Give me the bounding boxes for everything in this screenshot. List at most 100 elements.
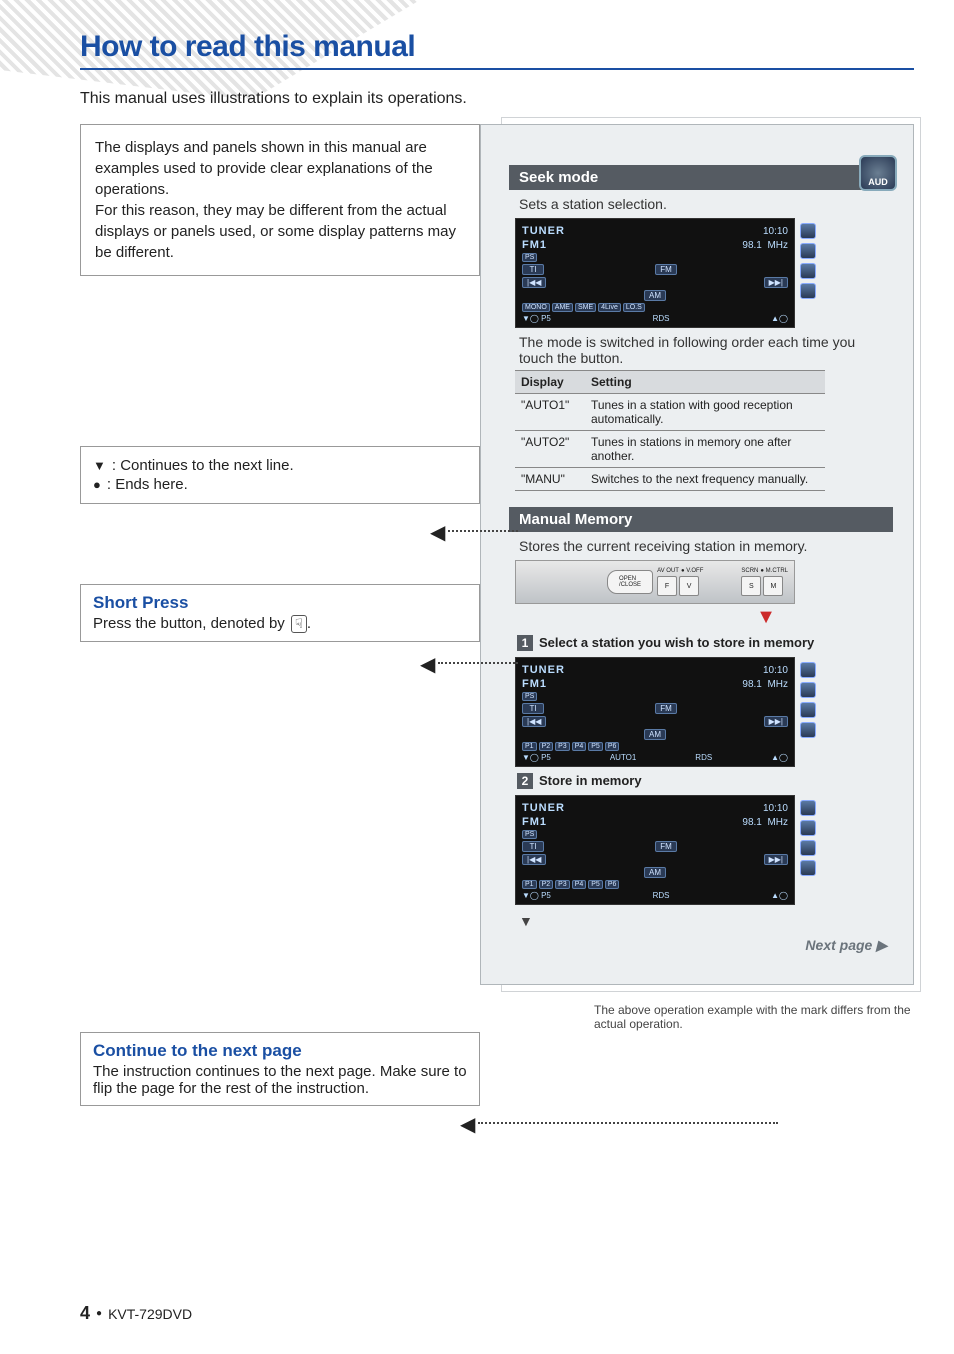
tuner-time: 10:10 bbox=[763, 226, 788, 237]
manual-memory-header: Manual Memory bbox=[509, 507, 893, 532]
side-icon bbox=[800, 800, 816, 816]
am-button[interactable]: AM bbox=[644, 729, 666, 740]
rds-label: RDS bbox=[653, 891, 670, 900]
mono-button[interactable]: MONO bbox=[522, 303, 550, 312]
sample-page: AUD Seek mode Sets a station selection. … bbox=[480, 124, 914, 985]
tuner-unit: MHz bbox=[767, 817, 788, 828]
step-number-2: 2 bbox=[517, 773, 533, 789]
preset-p5: P5 bbox=[541, 753, 551, 762]
am-button[interactable]: AM bbox=[644, 867, 666, 878]
tuner-freq: 98.1 bbox=[742, 817, 761, 828]
seek-prev-button[interactable]: |◀◀ bbox=[522, 716, 546, 727]
seek-next-button[interactable]: ▶▶| bbox=[764, 277, 788, 288]
tuner-freq: 98.1 bbox=[742, 240, 761, 251]
seek-after-desc: The mode is switched in following order … bbox=[519, 334, 893, 366]
triangle-down-icon: ▼ bbox=[93, 458, 106, 473]
model-label: KVT-729DVD bbox=[108, 1306, 192, 1322]
table-row: "AUTO1"Tunes in a station with good rece… bbox=[515, 394, 825, 431]
side-icon bbox=[800, 243, 816, 259]
manual-memory-desc: Stores the current receiving station in … bbox=[519, 538, 893, 554]
ti-button[interactable]: TI bbox=[522, 264, 544, 275]
scrn-label: SCRN bbox=[741, 568, 758, 574]
auto1-label: AUTO1 bbox=[610, 753, 637, 762]
s-button[interactable]: S bbox=[741, 576, 761, 596]
seek-mode-table: Display Setting "AUTO1"Tunes in a statio… bbox=[515, 370, 825, 491]
p4-button[interactable]: P4 bbox=[572, 880, 587, 889]
side-icon bbox=[800, 263, 816, 279]
p3-button[interactable]: P3 bbox=[555, 880, 570, 889]
p1-button[interactable]: P1 bbox=[522, 880, 537, 889]
v-button[interactable]: V bbox=[679, 576, 699, 596]
red-down-arrow-icon: ▼ bbox=[639, 606, 893, 629]
rds-label: RDS bbox=[695, 753, 712, 762]
seek-prev-button[interactable]: |◀◀ bbox=[522, 854, 546, 865]
short-press-callout: Short Press Press the button, denoted by… bbox=[80, 584, 480, 642]
ti-button[interactable]: TI bbox=[522, 841, 544, 852]
p2-button[interactable]: P2 bbox=[539, 742, 554, 751]
next-page-label: Next page ▶ bbox=[509, 937, 893, 954]
ps-button[interactable]: PS bbox=[522, 830, 537, 839]
fm-button[interactable]: FM bbox=[655, 264, 677, 275]
tuner-freq: 98.1 bbox=[742, 679, 761, 690]
page-number: 4 bbox=[80, 1303, 90, 1324]
p5-button[interactable]: P5 bbox=[588, 742, 603, 751]
p4-button[interactable]: P4 bbox=[572, 742, 587, 751]
tuner-band: FM1 bbox=[522, 239, 547, 251]
legend-ends-text: : Ends here. bbox=[107, 476, 188, 493]
tuner-band: FM1 bbox=[522, 816, 547, 828]
p5-button[interactable]: P5 bbox=[588, 880, 603, 889]
display-disclaimer-box: The displays and panels shown in this ma… bbox=[80, 124, 480, 276]
short-press-text: Press the button, denoted by bbox=[93, 615, 289, 632]
am-button[interactable]: AM bbox=[644, 290, 666, 301]
m-button[interactable]: M bbox=[763, 576, 783, 596]
p3-button[interactable]: P3 bbox=[555, 742, 570, 751]
rds-label: RDS bbox=[653, 314, 670, 323]
ps-button[interactable]: PS bbox=[522, 692, 537, 701]
bullet-icon: ● bbox=[93, 477, 101, 492]
side-icon bbox=[800, 840, 816, 856]
tuner-screen-1: TUNER 10:10 FM1 98.1 MHz PS TI FM |◀◀ bbox=[515, 218, 795, 328]
side-icon bbox=[800, 702, 816, 718]
ti-button[interactable]: TI bbox=[522, 703, 544, 714]
step-1-text: Select a station you wish to store in me… bbox=[539, 635, 814, 650]
seek-next-button[interactable]: ▶▶| bbox=[764, 716, 788, 727]
tuner-band: FM1 bbox=[522, 678, 547, 690]
side-icon bbox=[800, 820, 816, 836]
fm-button[interactable]: FM bbox=[655, 841, 677, 852]
page-footer: 4 ● KVT-729DVD bbox=[80, 1303, 192, 1324]
fm-button[interactable]: FM bbox=[655, 703, 677, 714]
side-icon bbox=[800, 682, 816, 698]
sme-button[interactable]: SME bbox=[575, 303, 596, 312]
aud-badge-icon: AUD bbox=[859, 155, 897, 191]
p6-button[interactable]: P6 bbox=[605, 742, 620, 751]
tuner-unit: MHz bbox=[767, 679, 788, 690]
side-icon bbox=[800, 283, 816, 299]
seek-prev-button[interactable]: |◀◀ bbox=[522, 277, 546, 288]
los-button[interactable]: LO.S bbox=[623, 303, 645, 312]
seek-next-button[interactable]: ▶▶| bbox=[764, 854, 788, 865]
ps-button[interactable]: PS bbox=[522, 253, 537, 262]
continue-next-page-callout: Continue to the next page The instructio… bbox=[80, 1032, 480, 1106]
voff-label: ● V.OFF bbox=[681, 568, 703, 574]
connector-arrow-icon: ◀ bbox=[430, 520, 445, 545]
legend-continues-text: : Continues to the next line. bbox=[112, 457, 294, 474]
tuner-screen-3: TUNER 10:10 FM1 98.1 MHz PS TI FM |◀◀ bbox=[515, 795, 795, 905]
live-button[interactable]: 4Live bbox=[598, 303, 621, 312]
seek-mode-header: Seek mode bbox=[509, 165, 893, 190]
table-header-setting: Setting bbox=[585, 371, 825, 394]
operation-footnote: The above operation example with the mar… bbox=[594, 1003, 914, 1031]
connector-line bbox=[478, 1122, 778, 1124]
step-number-1: 1 bbox=[517, 635, 533, 651]
f-button[interactable]: F bbox=[657, 576, 677, 596]
p1-button[interactable]: P1 bbox=[522, 742, 537, 751]
p2-button[interactable]: P2 bbox=[539, 880, 554, 889]
avout-label: AV OUT bbox=[657, 568, 679, 574]
ame-button[interactable]: AME bbox=[552, 303, 573, 312]
tuner-time: 10:10 bbox=[763, 665, 788, 676]
side-icon bbox=[800, 860, 816, 876]
continue-title: Continue to the next page bbox=[93, 1041, 467, 1061]
mctrl-label: ● M.CTRL bbox=[760, 568, 788, 574]
p6-button[interactable]: P6 bbox=[605, 880, 620, 889]
faceplate-panel: OPEN /CLOSE AV OUT ● V.OFF F V bbox=[515, 560, 795, 604]
open-close-button[interactable]: OPEN /CLOSE bbox=[607, 570, 653, 594]
